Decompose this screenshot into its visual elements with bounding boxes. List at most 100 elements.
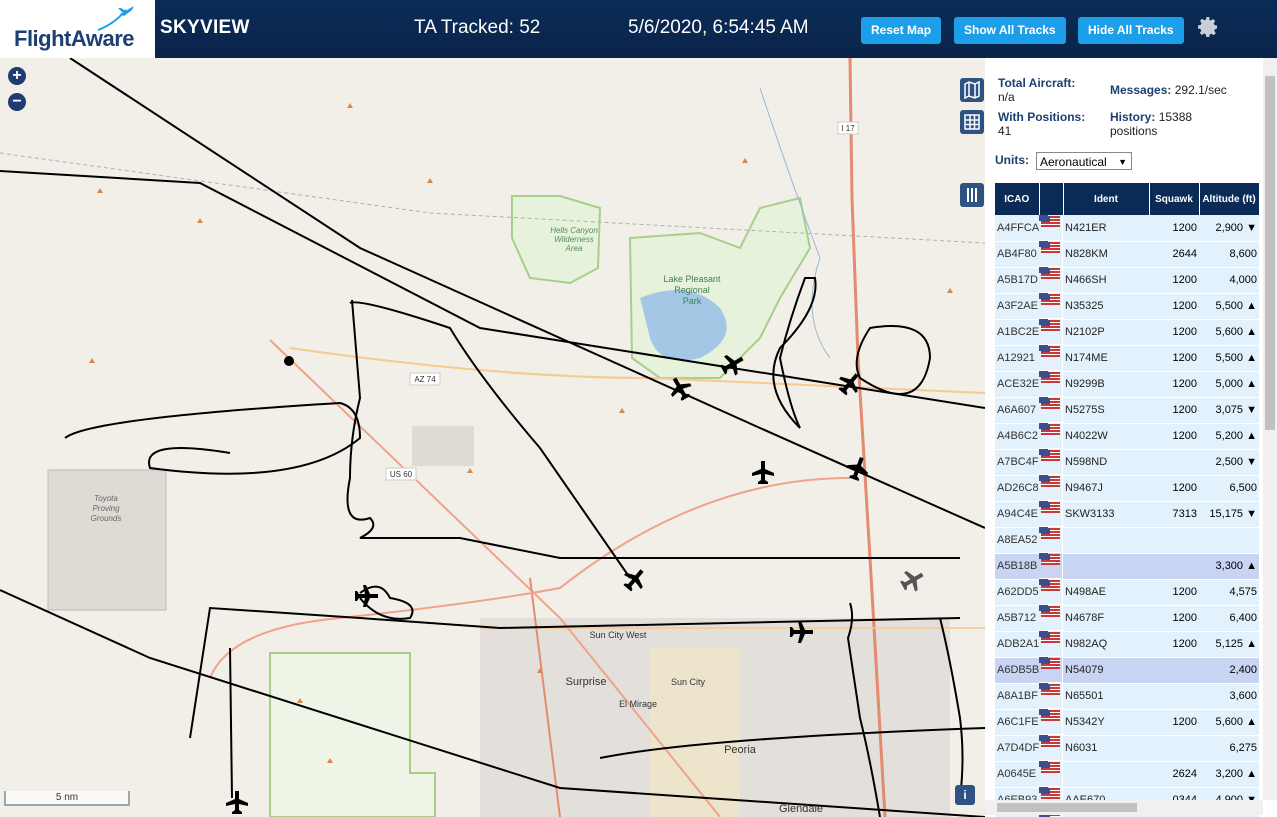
aircraft-altitude: 5,125 ▲ (1199, 631, 1259, 658)
aircraft-altitude: 5,000 ▲ (1199, 371, 1259, 398)
col-header-icao[interactable]: ICAO (995, 183, 1040, 215)
aircraft-icao: AD26C8 (995, 475, 1039, 502)
messages-stat: Messages: 292.1/sec (1110, 83, 1227, 97)
table-row[interactable]: A62DD5 N498AE 1200 4,575 (995, 579, 1259, 606)
aircraft-squawk: 1200 (1149, 267, 1199, 294)
map-area[interactable]: Hells Canyon Wilderness Area Lake Pleasa… (0, 58, 985, 817)
current-datetime: 5/6/2020, 6:54:45 AM (628, 17, 809, 38)
col-header-flag[interactable] (1039, 183, 1064, 215)
aircraft-altitude: 15,175 ▼ (1199, 501, 1259, 528)
svg-text:Surprise: Surprise (566, 676, 607, 688)
flag-icon (1039, 683, 1062, 709)
aircraft-squawk: 1200 (1149, 709, 1199, 736)
map-layers-button[interactable] (960, 78, 984, 102)
col-header-altitude[interactable]: Altitude (ft) (1199, 183, 1260, 215)
table-row[interactable]: A7BC4F N598ND 2,500 ▼ (995, 449, 1259, 476)
aircraft-altitude: 6,400 (1199, 605, 1259, 632)
flag-icon (1039, 423, 1062, 449)
aircraft-icao: A5B712 (995, 605, 1039, 632)
flag-icon (1039, 631, 1062, 657)
us-flag-icon (1041, 345, 1060, 357)
table-row[interactable]: A8EA52 (995, 527, 1259, 554)
aircraft-icao: A4FFCA (995, 215, 1039, 242)
zoom-in-button[interactable]: + (8, 67, 26, 85)
col-header-ident[interactable]: Ident (1063, 183, 1150, 215)
aircraft-ident: N828KM (1063, 241, 1149, 268)
table-row[interactable]: A5B18B 3,300 ▲ (995, 553, 1259, 580)
aircraft-icao: AB4F80 (995, 241, 1039, 268)
us-flag-icon (1041, 371, 1060, 383)
flightaware-logo[interactable]: FlightAware (0, 0, 155, 58)
aircraft-squawk: 1200 (1149, 215, 1199, 242)
sidebar-vertical-scrollbar[interactable] (1263, 58, 1277, 800)
aircraft-icao: A94C4E (995, 501, 1039, 528)
aircraft-altitude: 3,200 ▲ (1199, 761, 1259, 788)
table-row[interactable]: A4FFCA N421ER 1200 2,900 ▼ (995, 215, 1259, 242)
aircraft-altitude: 2,500 ▼ (1199, 449, 1259, 476)
table-row[interactable]: ACE32E N9299B 1200 5,000 ▲ (995, 371, 1259, 398)
aircraft-altitude (1199, 527, 1259, 554)
table-row[interactable]: AD26C8 N9467J 1200 6,500 (995, 475, 1259, 502)
units-select[interactable]: Aeronautical ▼ (1036, 152, 1132, 170)
table-row[interactable]: A7D4DF N6031 6,275 (995, 735, 1259, 762)
svg-text:Wilderness: Wilderness (554, 235, 594, 244)
table-row[interactable]: A6C1FE N5342Y 1200 5,600 ▲ (995, 709, 1259, 736)
zoom-out-button[interactable]: − (8, 93, 26, 111)
table-row[interactable]: A8A1BF N65501 3,600 (995, 683, 1259, 710)
gear-icon[interactable] (1196, 15, 1220, 39)
vertical-scroll-thumb[interactable] (1265, 76, 1275, 430)
aircraft-icao: A8EA52 (995, 527, 1039, 554)
aircraft-squawk: 1200 (1149, 475, 1199, 502)
aircraft-icao: A5B18B (995, 553, 1039, 580)
aircraft-squawk (1149, 683, 1199, 710)
svg-text:El Mirage: El Mirage (619, 699, 657, 709)
toggle-sidebar-button[interactable] (960, 183, 984, 207)
table-row[interactable]: A5B712 N4678F 1200 6,400 (995, 605, 1259, 632)
table-row[interactable]: A12921 N174ME 1200 5,500 ▲ (995, 345, 1259, 372)
table-row[interactable]: A1BC2E N2102P 1200 5,600 ▲ (995, 319, 1259, 346)
table-row[interactable]: A5B17D N466SH 1200 4,000 (995, 267, 1259, 294)
table-row[interactable]: A6DB5B N54079 2,400 (995, 657, 1259, 684)
aircraft-icao: A4B6C2 (995, 423, 1039, 450)
us-flag-icon (1041, 397, 1060, 409)
horizontal-scroll-thumb[interactable] (997, 803, 1137, 812)
hide-all-tracks-button[interactable]: Hide All Tracks (1078, 17, 1184, 44)
us-flag-icon (1041, 423, 1060, 435)
table-row[interactable]: A94C4E SKW3133 7313 15,175 ▼ (995, 501, 1259, 528)
aircraft-ident (1063, 761, 1149, 788)
table-row[interactable]: ADB2A1 N982AQ 1200 5,125 ▲ (995, 631, 1259, 658)
map-canvas[interactable]: Hells Canyon Wilderness Area Lake Pleasa… (0, 58, 985, 817)
table-row[interactable]: AB4F80 N828KM 2644 8,600 (995, 241, 1259, 268)
grid-button[interactable] (960, 110, 984, 134)
svg-text:Proving: Proving (92, 504, 120, 513)
aircraft-squawk: 1200 (1149, 293, 1199, 320)
logo-text: FlightAware (14, 26, 135, 51)
table-row[interactable]: A3F2AE N35325 1200 5,500 ▲ (995, 293, 1259, 320)
table-row[interactable]: A6A607 N5275S 1200 3,075 ▼ (995, 397, 1259, 424)
aircraft-ident: N9467J (1063, 475, 1149, 502)
table-row[interactable]: A4B6C2 N4022W 1200 5,200 ▲ (995, 423, 1259, 450)
us-flag-icon (1041, 631, 1060, 643)
aircraft-altitude: 3,300 ▲ (1199, 553, 1259, 580)
aircraft-icao: A1BC2E (995, 319, 1039, 346)
aircraft-ident: N982AQ (1063, 631, 1149, 658)
grid-icon (964, 114, 980, 130)
col-header-squawk[interactable]: Squawk (1149, 183, 1200, 215)
show-all-tracks-button[interactable]: Show All Tracks (954, 17, 1066, 44)
map-label-toyota: Toyota (94, 494, 118, 503)
svg-text:Sun City West: Sun City West (590, 630, 647, 640)
svg-text:Glendale: Glendale (779, 803, 823, 815)
aircraft-ident: N65501 (1063, 683, 1149, 710)
us-flag-icon (1041, 553, 1060, 565)
map-label-lake-pleasant: Lake Pleasant (663, 274, 721, 284)
svg-text:Peoria: Peoria (724, 744, 757, 756)
map-label-hells-canyon: Hells Canyon (550, 226, 598, 235)
aircraft-icao: A6C1FE (995, 709, 1039, 736)
aircraft-icao: A6A607 (995, 397, 1039, 424)
units-label: Units: (995, 153, 1029, 167)
table-row[interactable]: A0645E 2624 3,200 ▲ (995, 761, 1259, 788)
reset-map-button[interactable]: Reset Map (861, 17, 942, 44)
aircraft-altitude: 5,600 ▲ (1199, 319, 1259, 346)
info-icon[interactable]: i (955, 785, 975, 805)
sidebar-horizontal-scrollbar[interactable] (985, 800, 1263, 815)
